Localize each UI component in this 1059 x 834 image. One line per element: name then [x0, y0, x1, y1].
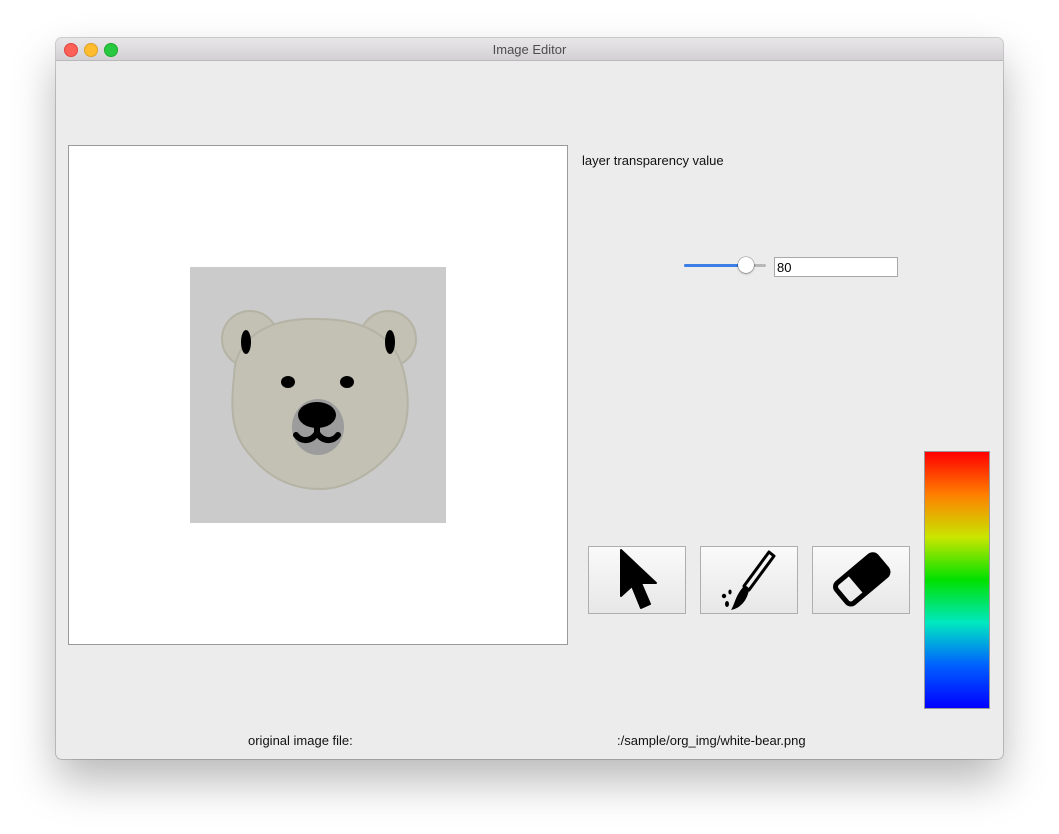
- drawing-canvas[interactable]: [68, 145, 568, 645]
- image-editor-window: Image Editor layer transparency value 80…: [56, 38, 1003, 759]
- transparency-label: layer transparency value: [582, 153, 724, 168]
- title-bar[interactable]: Image Editor: [56, 38, 1003, 61]
- original-image-path: :/sample/org_img/white-bear.png: [617, 733, 806, 748]
- transparency-value-input[interactable]: [774, 257, 898, 277]
- color-gradient-picker[interactable]: [924, 451, 990, 709]
- transparency-slider[interactable]: [682, 256, 766, 274]
- slider-track-fill: [684, 264, 747, 267]
- bear-face-icon: [221, 310, 417, 491]
- window-title: Image Editor: [492, 42, 567, 57]
- arrow-cursor-icon: [620, 549, 657, 609]
- slider-thumb[interactable]: [738, 257, 755, 273]
- original-image-label: original image file:: [248, 733, 353, 748]
- paintbrush-icon: [721, 550, 776, 610]
- brush-tool-button[interactable]: [700, 546, 798, 614]
- bear-image: [190, 267, 446, 523]
- eraser-icon: [833, 552, 891, 607]
- eraser-tool-button[interactable]: [812, 546, 910, 614]
- pointer-tool-button[interactable]: [588, 546, 686, 614]
